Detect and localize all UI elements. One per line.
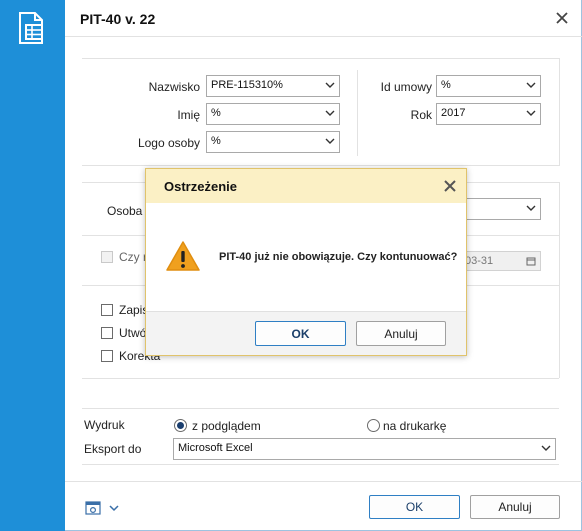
rok-label: Rok xyxy=(410,108,432,122)
imie-select[interactable]: % xyxy=(206,103,340,125)
utworz-checkbox[interactable] xyxy=(101,327,113,339)
chevron-down-icon xyxy=(526,205,536,211)
czy-checkbox[interactable] xyxy=(101,251,113,263)
section-divider xyxy=(82,464,559,465)
column-divider xyxy=(357,70,358,156)
printer-option-label: na drukarkę xyxy=(383,419,447,433)
nazwisko-value: PRE-115310% xyxy=(211,79,283,91)
chevron-down-icon xyxy=(526,110,536,116)
logo-osoby-select[interactable]: % xyxy=(206,131,340,153)
eksport-value: Microsoft Excel xyxy=(178,442,253,454)
korekta-checkbox[interactable] xyxy=(101,350,113,362)
chevron-down-icon xyxy=(325,138,335,144)
ok-button[interactable]: OK xyxy=(369,495,460,519)
window-title: PIT-40 v. 22 xyxy=(80,11,156,27)
chevron-down-icon xyxy=(541,445,551,451)
rok-select[interactable]: 2017 xyxy=(436,103,541,125)
chevron-down-icon xyxy=(325,110,335,116)
wydruk-label: Wydruk xyxy=(84,418,125,432)
date-value: 03-31 xyxy=(465,255,494,267)
settings-window-icon[interactable] xyxy=(85,500,101,516)
header-divider xyxy=(65,36,582,37)
id-umowy-select[interactable]: % xyxy=(436,75,541,97)
section-divider xyxy=(82,58,559,59)
utworz-label: Utwó xyxy=(119,326,147,340)
warning-dialog: Ostrzeżenie PIT-40 już nie obowiązuje. C… xyxy=(145,168,467,356)
footer-divider xyxy=(65,481,582,482)
nazwisko-select[interactable]: PRE-115310% xyxy=(206,75,340,97)
chevron-down-icon xyxy=(526,82,536,88)
section-divider xyxy=(82,165,559,166)
nazwisko-label: Nazwisko xyxy=(148,80,200,94)
dialog-header: Ostrzeżenie xyxy=(146,169,466,203)
imie-value: % xyxy=(211,107,221,119)
chevron-down-icon[interactable] xyxy=(109,503,119,513)
czy-label: Czy r xyxy=(119,250,147,264)
close-icon xyxy=(556,12,568,24)
dialog-message: PIT-40 już nie obowiązuje. Czy kontunuow… xyxy=(219,251,458,263)
panel-edge xyxy=(559,58,560,166)
rok-value: 2017 xyxy=(441,107,466,119)
chevron-down-icon xyxy=(325,82,335,88)
section-divider xyxy=(82,408,559,409)
eksport-select[interactable]: Microsoft Excel xyxy=(173,438,556,460)
calendar-icon xyxy=(526,257,536,266)
date-field[interactable]: 03-31 xyxy=(460,251,541,271)
logo-osoby-value: % xyxy=(211,135,221,147)
printer-radio[interactable] xyxy=(367,419,380,432)
logo-osoby-label: Logo osoby xyxy=(137,136,200,150)
dialog-title: Ostrzeżenie xyxy=(164,179,237,194)
id-umowy-label: Id umowy xyxy=(380,80,432,94)
eksport-label: Eksport do xyxy=(84,442,142,456)
preview-option-label: z podglądem xyxy=(192,419,261,433)
document-table-icon xyxy=(19,12,43,44)
preview-radio[interactable] xyxy=(174,419,187,432)
warning-icon xyxy=(166,241,200,271)
section-divider xyxy=(82,378,559,379)
dialog-ok-button[interactable]: OK xyxy=(255,321,346,346)
app-sidebar xyxy=(0,0,65,531)
zapis-label: Zapis xyxy=(119,303,149,317)
dialog-cancel-button[interactable]: Anuluj xyxy=(356,321,446,346)
dialog-footer: OK Anuluj xyxy=(146,311,466,355)
id-umowy-value: % xyxy=(441,79,451,91)
close-window-button[interactable] xyxy=(552,8,572,28)
zapis-checkbox[interactable] xyxy=(101,304,113,316)
imie-label: Imię xyxy=(177,108,200,122)
osoba-select[interactable] xyxy=(460,198,541,220)
close-icon[interactable] xyxy=(442,178,458,194)
cancel-button[interactable]: Anuluj xyxy=(470,495,560,519)
panel-edge xyxy=(559,182,560,378)
